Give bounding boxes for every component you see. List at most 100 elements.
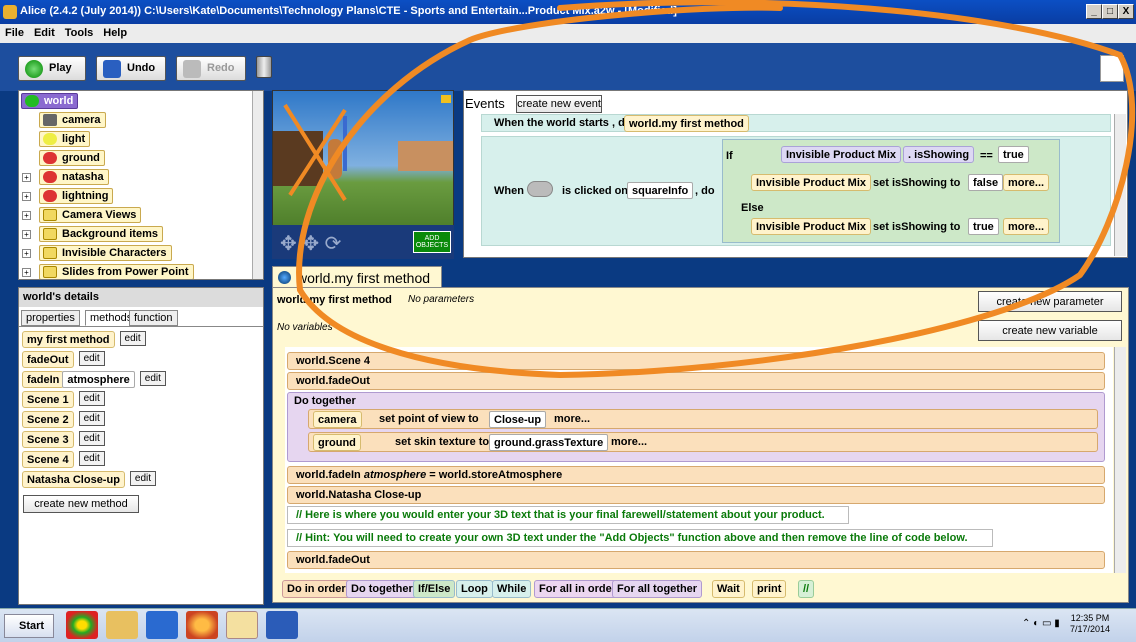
system-clock[interactable]: 12:35 PM 7/17/2014: [1070, 613, 1110, 635]
tree-scrollbar[interactable]: [252, 91, 263, 279]
menu-file[interactable]: File: [0, 24, 29, 39]
click-target-tile[interactable]: squareInfo: [627, 182, 694, 199]
do-in-order-tile[interactable]: Do in order: [282, 580, 351, 598]
tree-item-invisible-characters[interactable]: Invisible Characters: [39, 245, 172, 261]
comment-hint[interactable]: // Hint: You will need to create your ow…: [287, 529, 993, 547]
firefox-icon[interactable]: [186, 611, 218, 639]
edit-button[interactable]: edit: [119, 331, 146, 346]
wait-tile[interactable]: Wait: [712, 580, 745, 598]
menu-tools[interactable]: Tools: [60, 24, 99, 39]
expand-icon[interactable]: +: [22, 173, 31, 182]
menu-edit[interactable]: Edit: [29, 24, 60, 39]
file-explorer-icon[interactable]: [106, 611, 138, 639]
expand-icon[interactable]: +: [22, 211, 31, 220]
maximize-button[interactable]: □: [1102, 4, 1118, 19]
edit-button[interactable]: edit: [78, 391, 105, 406]
then-more-tile[interactable]: more...: [1003, 174, 1050, 191]
method-param[interactable]: atmosphere: [62, 371, 135, 388]
method-tile[interactable]: Scene 4: [22, 451, 74, 468]
tree-item-natasha[interactable]: natasha: [39, 169, 109, 185]
stmt-fadeout[interactable]: world.fadeOut: [287, 372, 1105, 390]
do-together-tile[interactable]: Do together: [346, 580, 418, 598]
create-new-variable-button[interactable]: create new variable: [978, 320, 1122, 341]
do-together-block[interactable]: Do together camera set point of view to …: [287, 392, 1105, 462]
comment-tile[interactable]: //: [798, 580, 815, 598]
expand-icon[interactable]: +: [22, 192, 31, 201]
then-object-tile[interactable]: Invisible Product Mix: [751, 174, 872, 191]
for-all-in-order-tile[interactable]: For all in order: [534, 580, 622, 598]
method-tile[interactable]: Natasha Close-up: [22, 471, 125, 488]
undo-button[interactable]: Undo: [96, 56, 166, 81]
move-arrows-icon[interactable]: ✥ ✥ ⟳: [280, 231, 341, 256]
alice-taskbar-icon[interactable]: [226, 611, 258, 639]
tree-item-background-items[interactable]: Background items: [39, 226, 163, 242]
while-tile[interactable]: While: [492, 580, 532, 598]
tree-item-light[interactable]: light: [39, 131, 91, 147]
tab-function[interactable]: function: [129, 310, 178, 326]
method-tile[interactable]: Scene 2: [22, 411, 74, 428]
redo-button[interactable]: Redo: [176, 56, 246, 81]
comment-farewell[interactable]: // Here is where you would enter your 3D…: [287, 506, 849, 524]
edit-button[interactable]: edit: [129, 471, 157, 486]
for-all-together-tile[interactable]: For all together: [612, 580, 703, 598]
word-icon[interactable]: [266, 611, 298, 639]
tree-item-camera[interactable]: camera: [39, 112, 106, 128]
method-row: Natasha Close-up edit: [22, 471, 157, 488]
stmt-natasha-closeup[interactable]: world.Natasha Close-up: [287, 486, 1105, 504]
editor-scrollbar[interactable]: [1114, 347, 1126, 573]
stmt-camera-pov[interactable]: camera set point of view to Close-up mor…: [308, 409, 1098, 429]
edit-button[interactable]: edit: [78, 451, 105, 466]
tab-properties[interactable]: properties: [21, 310, 80, 326]
expand-icon[interactable]: +: [22, 249, 31, 258]
method-tile[interactable]: Scene 1: [22, 391, 74, 408]
expand-icon[interactable]: +: [22, 230, 31, 239]
event-method-tile[interactable]: world.my first method: [624, 115, 749, 132]
else-object-tile[interactable]: Invisible Product Mix: [751, 218, 872, 235]
edit-button[interactable]: edit: [78, 411, 105, 426]
create-new-event-button[interactable]: create new event: [516, 95, 602, 113]
editor-tab[interactable]: world.my first method: [272, 266, 442, 288]
tree-item-camera-views[interactable]: Camera Views: [39, 207, 142, 223]
if-else-block[interactable]: If Invisible Product Mix . isShowing == …: [722, 139, 1060, 243]
trash-icon[interactable]: [256, 56, 272, 78]
create-new-method-button[interactable]: create new method: [23, 495, 139, 513]
edit-button[interactable]: edit: [78, 431, 105, 446]
tree-item-lightning[interactable]: lightning: [39, 188, 114, 204]
method-tile[interactable]: Scene 3: [22, 431, 74, 448]
chrome-icon[interactable]: [66, 611, 98, 639]
method-tile[interactable]: fadeOut: [22, 351, 74, 368]
tree-item-slides[interactable]: Slides from Power Point: [39, 264, 194, 279]
then-false-value[interactable]: false: [968, 174, 1004, 191]
print-tile[interactable]: print: [752, 580, 787, 598]
method-tile[interactable]: fadeIn: [22, 371, 65, 388]
if-else-tile[interactable]: If/Else: [413, 580, 456, 598]
minimize-button[interactable]: _: [1086, 4, 1102, 19]
stmt-scene4[interactable]: world.Scene 4: [287, 352, 1105, 370]
play-button[interactable]: Play: [18, 56, 86, 81]
if-condition-object[interactable]: Invisible Product Mix: [781, 146, 902, 163]
loop-tile[interactable]: Loop: [456, 580, 493, 598]
edit-button[interactable]: edit: [139, 371, 166, 386]
close-button[interactable]: X: [1118, 4, 1134, 19]
play-label: Play: [49, 62, 72, 74]
start-button[interactable]: Start: [4, 614, 54, 638]
natasha-icon: [43, 171, 57, 183]
stmt-ground-texture[interactable]: ground set skin texture to ground.grassT…: [308, 432, 1098, 452]
else-more-tile[interactable]: more...: [1003, 218, 1050, 235]
edit-button[interactable]: edit: [78, 351, 105, 366]
menu-help[interactable]: Help: [98, 24, 132, 39]
tray-icons[interactable]: ⌃ ◐ ▭ ▮: [1022, 618, 1060, 629]
events-scrollbar[interactable]: [1114, 114, 1126, 256]
expand-icon[interactable]: +: [22, 268, 31, 277]
add-objects-button[interactable]: ADD OBJECTS: [413, 231, 451, 253]
stmt-fadein[interactable]: world.fadeIn atmosphere = world.storeAtm…: [287, 466, 1105, 484]
tree-item-ground[interactable]: ground: [39, 150, 105, 166]
method-tile[interactable]: my first method: [22, 331, 115, 348]
stmt-final-fadeout[interactable]: world.fadeOut: [287, 551, 1105, 569]
create-new-parameter-button[interactable]: create new parameter: [978, 291, 1122, 312]
if-condition-prop[interactable]: . isShowing: [903, 146, 975, 163]
else-true-value[interactable]: true: [968, 218, 999, 235]
tree-item-world[interactable]: world: [21, 93, 79, 109]
if-true-value[interactable]: true: [998, 146, 1029, 163]
outlook-icon[interactable]: [146, 611, 178, 639]
